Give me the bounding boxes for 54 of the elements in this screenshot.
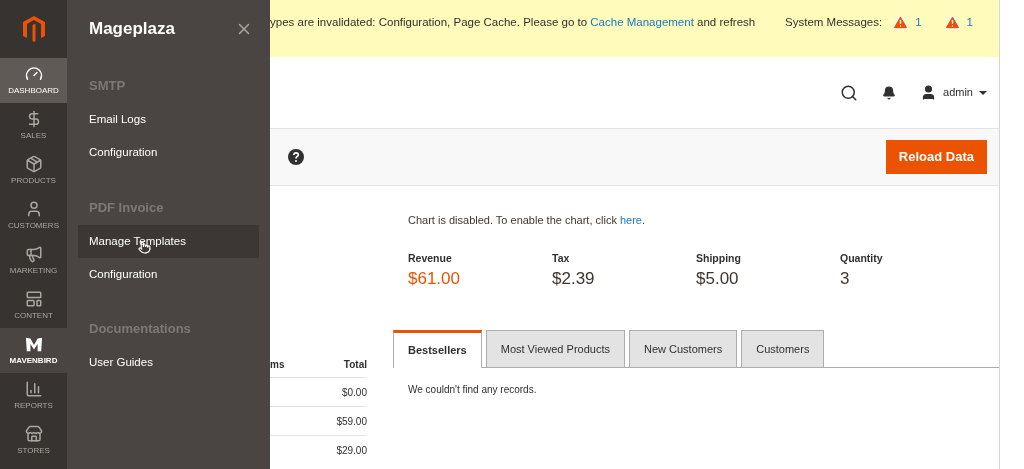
store-icon [24,424,43,443]
search-icon[interactable] [840,83,859,102]
nav-item[interactable]: SALES [0,103,67,148]
logo-icon [21,15,46,43]
tab[interactable]: New Customers [628,329,738,367]
total-value: $61.00 [408,268,461,291]
total-value: $2.39 [552,268,596,291]
nav-item[interactable]: REPORTS [0,373,67,418]
total-label: Revenue [408,250,453,266]
layout-icon [24,289,43,308]
total-label: Shipping [696,250,742,266]
table-cell-text: $0.00 [341,385,367,400]
system-messages-label: System Messages: [785,15,883,30]
total-label: Tax [552,250,571,266]
total-label: Quantity [840,250,884,266]
table-cell-text: $29.00 [336,444,367,458]
column-header: ms [270,358,285,372]
box-icon [24,154,43,173]
tab[interactable]: Most Viewed Products [485,329,625,367]
nav-item[interactable]: CUSTOMERS [0,193,67,238]
tab[interactable]: Customers [741,329,825,367]
nav-item[interactable]: CONTENT [0,283,67,328]
empty-records-message: We couldn't find any records. [408,382,538,397]
nav-item[interactable]: STORES [0,418,67,463]
nav-item[interactable]: MARKETING [0,238,67,283]
flyout-link[interactable]: Configuration [78,136,259,170]
tab[interactable]: Bestsellers [393,329,482,368]
cache-link[interactable]: Cache Management [590,16,694,28]
flyout-link[interactable]: User Guides [78,346,259,380]
notifications-icon[interactable] [882,85,897,100]
nav-item[interactable]: DASHBOARD [0,58,67,103]
chart-disabled-note: Chart is disabled. To enable the chart, click here. [408,213,647,228]
warning-icon [943,14,961,32]
nav-item[interactable]: PRODUCTS [0,148,67,193]
reload-data-button[interactable]: Reload Data [885,140,987,174]
help-icon[interactable] [288,149,304,165]
flyout-link[interactable]: Configuration [78,258,259,291]
user-menu[interactable]: admin [920,84,987,101]
total-value: 3 [840,268,851,291]
nav-item[interactable]: MAVENBIRD [0,328,67,373]
message-count[interactable]: 1 [915,14,922,32]
flyout-link[interactable]: Manage Templates [78,225,259,258]
column-header: Total [343,358,367,372]
flyout-link[interactable]: Email Logs [78,103,259,137]
table-cell-text: $59.00 [336,414,367,429]
bar-chart-icon [24,379,43,398]
enable-chart-link[interactable]: here [619,214,642,226]
flyout-title: Mageplaza [89,18,175,41]
gauge-icon [24,64,43,83]
message-count[interactable]: 1 [966,14,973,32]
total-value: $5.00 [696,268,740,291]
banner-message: ypes are invalidated: Configuration, Page Cache. Please go to Cache Management and refresh [270,15,757,30]
warning-icon [892,14,910,32]
megaphone-icon [24,244,43,263]
